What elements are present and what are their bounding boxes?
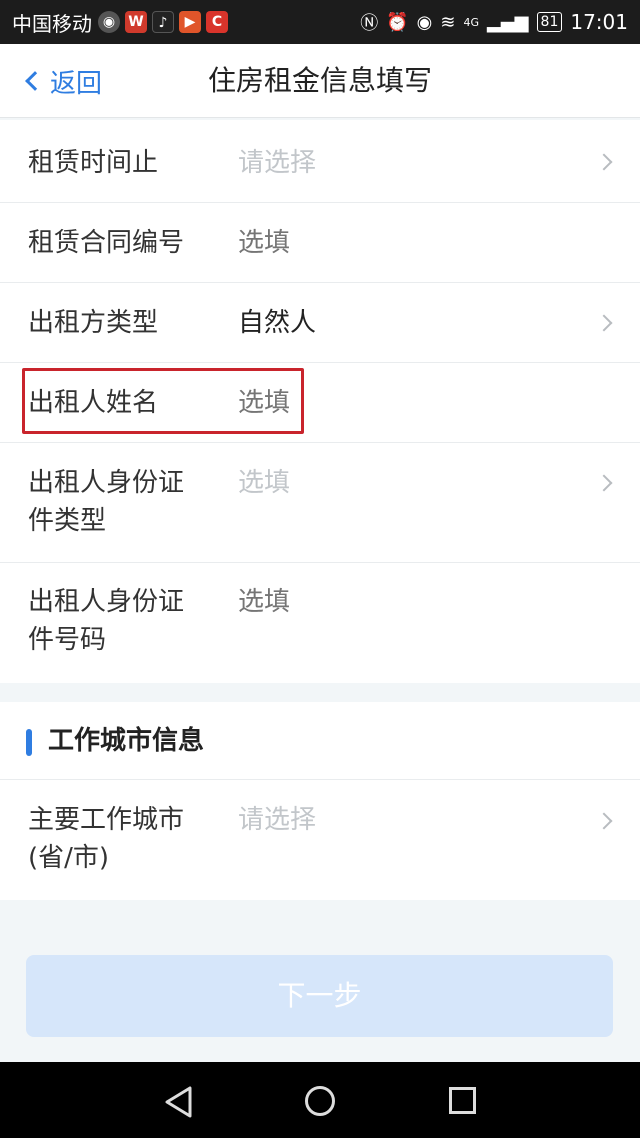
- status-indicators: Ⓝ ⏰ ◉ ≋ 4G ▂▄▆ 81 17:01: [360, 9, 628, 35]
- lessor-id-number-input[interactable]: [238, 583, 578, 621]
- form-row-lessor-id-number[interactable]: 出租人身份证件号码: [0, 563, 640, 683]
- row-value: 请选择: [238, 148, 317, 178]
- chevron-right-icon: [595, 812, 613, 830]
- notification-app-icon: ◉: [98, 11, 120, 33]
- eye-comfort-icon: ◉: [416, 11, 433, 33]
- nav-bar: 返回 住房租金信息填写: [0, 44, 640, 118]
- section-title: 工作城市信息: [48, 726, 205, 756]
- back-triangle-icon[interactable]: [164, 1086, 194, 1118]
- row-value: 自然人: [238, 308, 317, 338]
- wifi-icon: ≋: [440, 11, 456, 33]
- section-accent-bar: [26, 729, 32, 756]
- battery-level: 81: [536, 12, 563, 32]
- form-row-lessor-id-type[interactable]: 出租人身份证件类型 选填: [0, 443, 640, 563]
- form-row-lessor-type[interactable]: 出租方类型 自然人: [0, 283, 640, 363]
- recents-square-icon[interactable]: [449, 1087, 476, 1114]
- row-label: 出租人身份证件类型: [28, 468, 185, 536]
- row-value: 选填: [238, 468, 291, 498]
- row-label: 租赁合同编号: [28, 228, 185, 258]
- clock: 17:01: [570, 10, 628, 34]
- row-label: 主要工作城市(省/市): [28, 805, 185, 873]
- next-step-button[interactable]: 下一步: [26, 955, 613, 1037]
- home-circle-icon[interactable]: [305, 1086, 335, 1116]
- row-value: 请选择: [238, 805, 317, 835]
- carrier-name: 中国移动: [12, 11, 92, 36]
- nfc-icon: Ⓝ: [360, 13, 379, 34]
- form-row-contract-number[interactable]: 租赁合同编号: [0, 203, 640, 283]
- wps-app-icon: W: [125, 11, 147, 33]
- chevron-right-icon: [595, 153, 613, 171]
- back-button[interactable]: 返回: [22, 44, 102, 118]
- c-app-icon: C: [206, 11, 228, 33]
- row-label: 租赁时间止: [28, 148, 159, 178]
- alarm-icon: ⏰: [386, 11, 409, 33]
- row-label: 出租人身份证件号码: [28, 587, 185, 655]
- form-row-work-city[interactable]: 主要工作城市(省/市) 请选择: [0, 780, 640, 900]
- back-label: 返回: [50, 68, 103, 99]
- form-row-lease-end[interactable]: 租赁时间止 请选择: [0, 120, 640, 203]
- video-app-icon: ▶: [179, 11, 201, 33]
- tiktok-app-icon: ♪: [152, 11, 174, 33]
- status-bar: 中国移动 ◉ W ♪ ▶ C Ⓝ ⏰ ◉ ≋ 4G ▂▄▆ 81 17:01: [0, 0, 640, 44]
- chevron-right-icon: [595, 314, 613, 332]
- work-city-section-header: 工作城市信息: [0, 702, 640, 780]
- system-nav-bar: [0, 1062, 640, 1138]
- chevron-right-icon: [595, 474, 613, 492]
- contract-number-input[interactable]: [238, 224, 578, 262]
- signal-icon: ▂▄▆: [487, 11, 529, 33]
- row-label: 出租方类型: [28, 308, 159, 338]
- chevron-left-icon: [25, 71, 45, 91]
- highlight-annotation: [22, 368, 304, 434]
- network-type: 4G: [463, 15, 479, 29]
